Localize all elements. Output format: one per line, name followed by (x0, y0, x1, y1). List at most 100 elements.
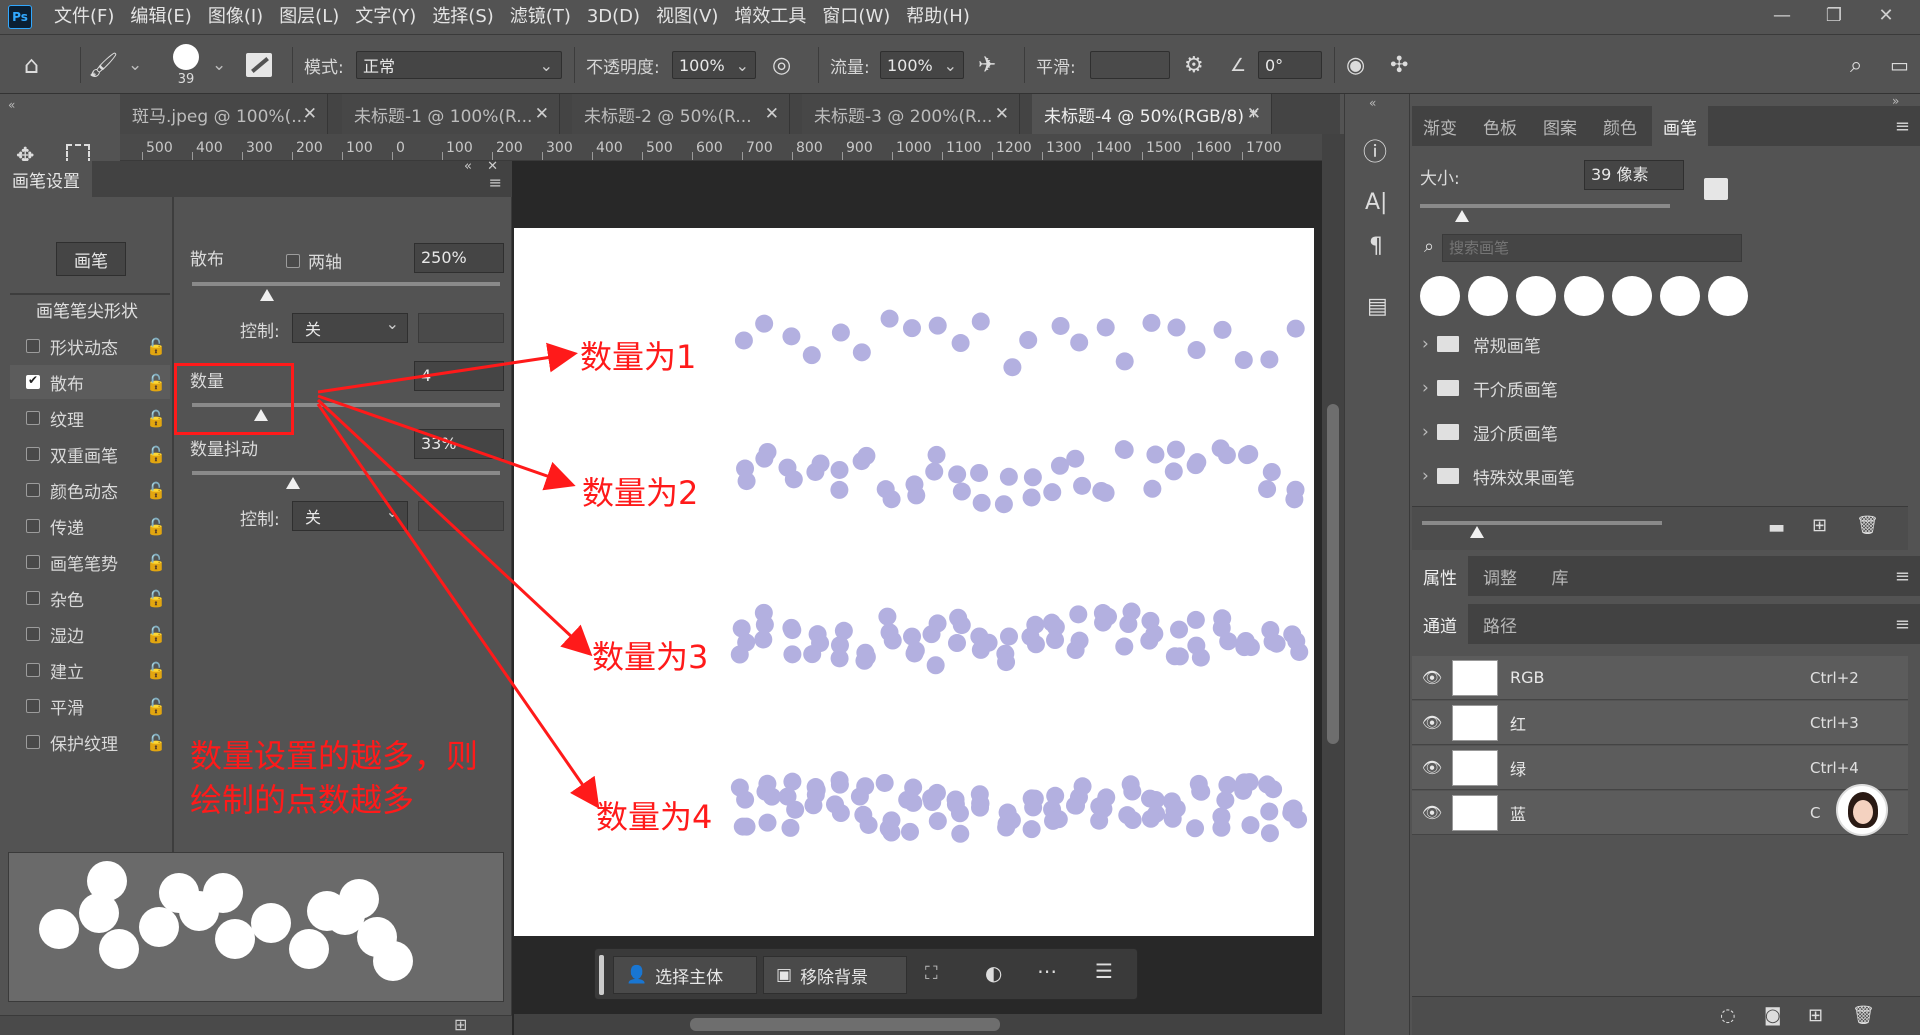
checkbox[interactable] (26, 519, 40, 533)
flow-input[interactable]: 100% ⌄ (880, 51, 964, 79)
checkbox[interactable] (26, 591, 40, 605)
count-jitter-slider[interactable] (192, 471, 500, 475)
brush-option-item[interactable]: 湿边 🔓 (10, 617, 170, 651)
chevron-down-icon[interactable]: ⌄ (212, 35, 228, 95)
lock-icon[interactable]: 🔓 (146, 733, 166, 752)
checkbox[interactable] (26, 627, 40, 641)
close-icon[interactable]: ✕ (1247, 104, 1261, 124)
panel-menu-icon[interactable]: ≡ (1895, 614, 1910, 635)
tab-document-1[interactable]: 斑马.jpeg @ 100%(... ✕ (120, 94, 328, 134)
lock-icon[interactable]: 🔓 (146, 697, 166, 716)
checkbox[interactable] (26, 735, 40, 749)
info-icon[interactable]: ⓘ (1363, 132, 1387, 167)
scroll-thumb[interactable] (690, 1018, 1000, 1031)
size-slider[interactable] (1420, 204, 1670, 208)
eye-icon[interactable]: 👁 (1412, 713, 1452, 732)
opacity-input[interactable]: 100% ⌄ (672, 51, 756, 79)
tab-document-3[interactable]: 未标题-2 @ 50%(R... ✕ (572, 94, 790, 134)
folder-general-brushes[interactable]: › 常规画笔 (1412, 322, 1892, 366)
close-icon[interactable]: ✕ (995, 104, 1009, 124)
brush-tip-preset[interactable] (1660, 276, 1700, 316)
preview-size-slider[interactable] (1422, 521, 1662, 525)
brush-option-item[interactable]: 平滑 🔓 (10, 689, 170, 723)
restore-icon[interactable]: ❐ (1808, 0, 1860, 30)
lock-icon[interactable]: 🔓 (146, 337, 166, 356)
mask-icon[interactable]: ◐ (985, 961, 1002, 985)
brush-option-item[interactable]: 散布 🔓 (10, 365, 170, 399)
tab-patterns[interactable]: 图案 (1532, 106, 1588, 146)
more-icon[interactable]: ⋯ (1037, 959, 1057, 983)
lock-icon[interactable]: 🔓 (146, 661, 166, 680)
home-icon[interactable]: ⌂ (24, 35, 64, 95)
size-input[interactable]: 39 像素 (1584, 160, 1684, 190)
menu-filter[interactable]: 滤镜(T) (502, 0, 579, 34)
panel-menu-icon[interactable]: ≡ (489, 173, 502, 192)
checkbox[interactable] (26, 483, 40, 497)
brush-tip-preset[interactable] (1612, 276, 1652, 316)
menu-view[interactable]: 视图(V) (648, 0, 726, 34)
tab-adjustments[interactable]: 调整 (1472, 556, 1528, 596)
brush-tip-preset[interactable] (1468, 276, 1508, 316)
menu-image[interactable]: 图像(I) (200, 0, 271, 34)
brush-settings-toggle-icon[interactable] (1704, 178, 1728, 200)
lock-icon[interactable]: 🔓 (146, 481, 166, 500)
trash-icon[interactable]: 🗑 (1856, 515, 1879, 536)
new-channel-icon[interactable]: ⊞ (1808, 1005, 1823, 1026)
brush-tip-preset[interactable] (1420, 276, 1460, 316)
angle-input[interactable]: 0° (1258, 51, 1322, 79)
checkbox[interactable] (26, 555, 40, 569)
new-folder-icon[interactable]: ▬ (1768, 517, 1785, 538)
search-icon[interactable]: ⌕ (1850, 35, 1884, 95)
transform-icon[interactable]: ⛶ (925, 963, 938, 984)
lock-icon[interactable]: 🔓 (146, 445, 166, 464)
tab-gradients[interactable]: 渐变 (1412, 106, 1468, 146)
brush-preset-picker[interactable]: 39 (166, 35, 206, 95)
trash-icon[interactable]: 🗑 (1852, 1005, 1875, 1026)
preview-size-slider-thumb[interactable] (1470, 526, 1484, 538)
tab-libraries[interactable]: 库 (1532, 556, 1588, 596)
collapse-icon[interactable]: « (464, 159, 472, 174)
close-icon[interactable]: ✕ (1860, 0, 1912, 30)
checkbox[interactable] (26, 373, 40, 389)
channel-row-rgb[interactable]: 👁 RGB Ctrl+2 (1412, 656, 1908, 700)
menu-help[interactable]: 帮助(H) (898, 0, 978, 34)
eye-icon[interactable]: 👁 (1412, 668, 1452, 687)
pressure-opacity-icon[interactable]: ◎ (772, 35, 806, 95)
lock-icon[interactable]: 🔓 (146, 373, 166, 392)
tab-swatches[interactable]: 色板 (1472, 106, 1528, 146)
close-icon[interactable]: ✕ (303, 104, 317, 124)
scatter-slider[interactable] (192, 282, 500, 286)
folder-dry-media-brushes[interactable]: › 干介质画笔 (1412, 366, 1892, 410)
checkbox[interactable] (26, 411, 40, 425)
tab-document-2[interactable]: 未标题-1 @ 100%(R... ✕ (342, 94, 560, 134)
checkbox[interactable] (26, 339, 40, 353)
tab-properties[interactable]: 属性 (1412, 556, 1468, 596)
close-icon[interactable]: ✕ (765, 104, 779, 124)
checkbox[interactable] (26, 447, 40, 461)
lock-icon[interactable]: 🔓 (146, 553, 166, 572)
brush-option-item[interactable]: 传递 🔓 (10, 509, 170, 543)
pressure-size-icon[interactable]: ◉ (1346, 35, 1380, 95)
brush-tool-icon[interactable]: 🖌 (88, 35, 124, 95)
menu-edit[interactable]: 编辑(E) (122, 0, 199, 34)
lock-icon[interactable]: 🔓 (146, 589, 166, 608)
smoothing-input[interactable] (1090, 51, 1170, 79)
brush-option-item[interactable]: 双重画笔 🔓 (10, 437, 170, 471)
scroll-thumb[interactable] (1327, 404, 1339, 744)
new-brush-icon[interactable]: ⊞ (454, 1015, 467, 1034)
menu-plugins[interactable]: 增效工具 (726, 0, 814, 34)
menu-type[interactable]: 文字(Y) (347, 0, 424, 34)
brushes-button[interactable]: 画笔 (56, 242, 126, 276)
eye-icon[interactable]: 👁 (1412, 803, 1452, 822)
folder-special-effects-brushes[interactable]: › 特殊效果画笔 (1412, 454, 1892, 498)
save-mask-icon[interactable]: ◙ (1764, 1005, 1781, 1026)
brush-option-item[interactable]: 形状动态 🔓 (10, 329, 170, 363)
collapse-icon[interactable]: « (1369, 96, 1376, 110)
paragraph-icon[interactable]: ¶ (1369, 234, 1383, 259)
control2-select[interactable]: 关 (292, 501, 408, 531)
scatter-input[interactable]: 250% (414, 243, 504, 273)
mode-select[interactable]: 正常 ⌄ (356, 51, 562, 79)
menu-3d[interactable]: 3D(D) (579, 0, 648, 34)
eye-icon[interactable]: 👁 (1412, 758, 1452, 777)
menu-window[interactable]: 窗口(W) (814, 0, 898, 34)
